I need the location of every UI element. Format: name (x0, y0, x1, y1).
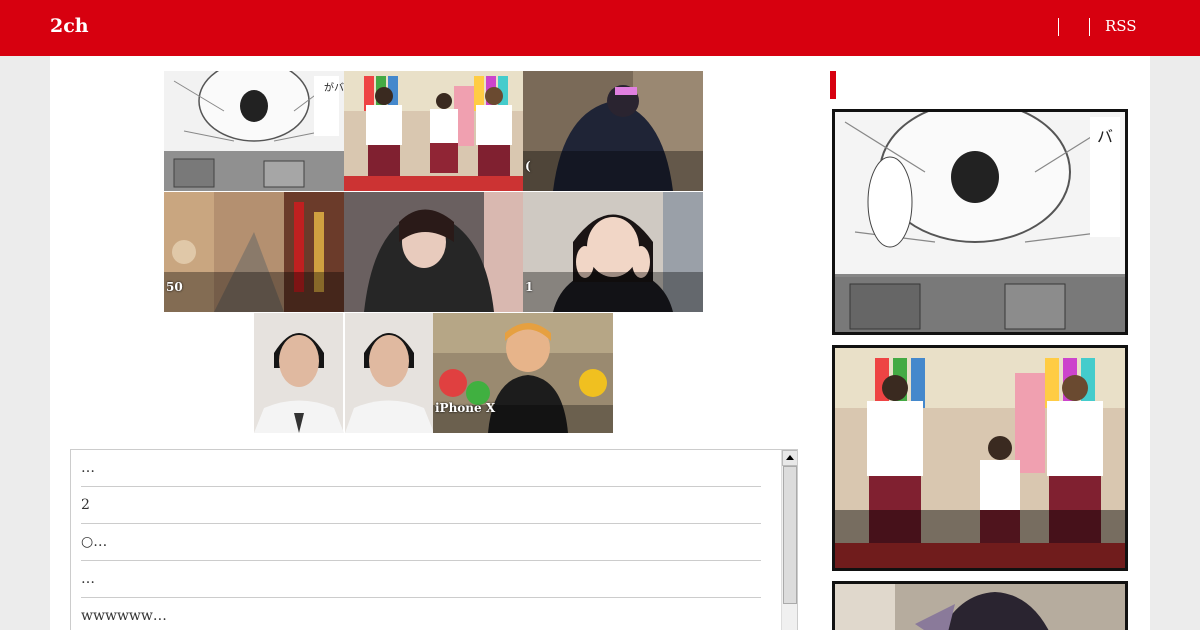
caption-overlay (164, 151, 344, 191)
svg-text:がバ: がバ (324, 81, 344, 94)
article-list: … 2 ○… … wwwwww… (70, 449, 798, 630)
list-item[interactable]: … (81, 561, 761, 598)
list-item[interactable]: wwwwww… (81, 598, 761, 630)
list-scrollbar[interactable] (781, 450, 797, 630)
thumbnail-caption: 1 (525, 280, 534, 294)
thumbnail-caption: 50 (166, 280, 183, 294)
article-thumbnail[interactable]: iPhone X (433, 313, 613, 433)
thumbnail-image (254, 313, 434, 433)
scroll-up-arrow-icon[interactable] (782, 450, 797, 466)
nav-separator (1058, 18, 1059, 36)
article-thumbnail[interactable]: 50 (164, 192, 344, 312)
article-thumbnail[interactable]: 1 (523, 192, 703, 312)
thumbnail-image (835, 584, 1125, 630)
sidebar-thumbnail[interactable] (832, 581, 1128, 630)
sidebar-heading-accent (830, 71, 836, 99)
list-item[interactable]: ○… (81, 524, 761, 561)
list-item[interactable]: 2 (81, 487, 761, 524)
thumbnail-image (433, 313, 613, 433)
caption-overlay (523, 272, 703, 312)
caption-overlay (835, 510, 1125, 568)
thumbnail-image (344, 71, 524, 191)
site-logo[interactable]: 2ch (50, 15, 89, 37)
article-thumbnail[interactable]: がバ (164, 71, 344, 191)
caption-overlay (523, 151, 703, 191)
caption-overlay (164, 272, 344, 312)
article-thumbnail[interactable] (344, 192, 524, 312)
scrollbar-thumb[interactable] (783, 466, 797, 604)
site-header: 2ch RSS (0, 0, 1200, 56)
list-item[interactable]: … (81, 450, 761, 487)
article-thumbnail[interactable] (344, 71, 524, 191)
sidebar-thumbnail[interactable] (832, 345, 1128, 571)
thumbnail-image (344, 192, 524, 312)
svg-text:バ: バ (1097, 127, 1113, 146)
thumbnail-caption: ( (525, 159, 531, 173)
sidebar-thumbnail[interactable]: バ (832, 109, 1128, 335)
article-thumbnail[interactable] (254, 313, 434, 433)
main-content: がバ (50 1 iPhone X … 2 ○… … wwwwww… バ (50, 56, 1150, 630)
article-thumbnail[interactable]: ( (523, 71, 703, 191)
thumbnail-caption: iPhone X (435, 401, 496, 415)
caption-overlay (835, 274, 1125, 332)
rss-link[interactable]: RSS (1105, 17, 1137, 35)
nav-separator (1089, 18, 1090, 36)
